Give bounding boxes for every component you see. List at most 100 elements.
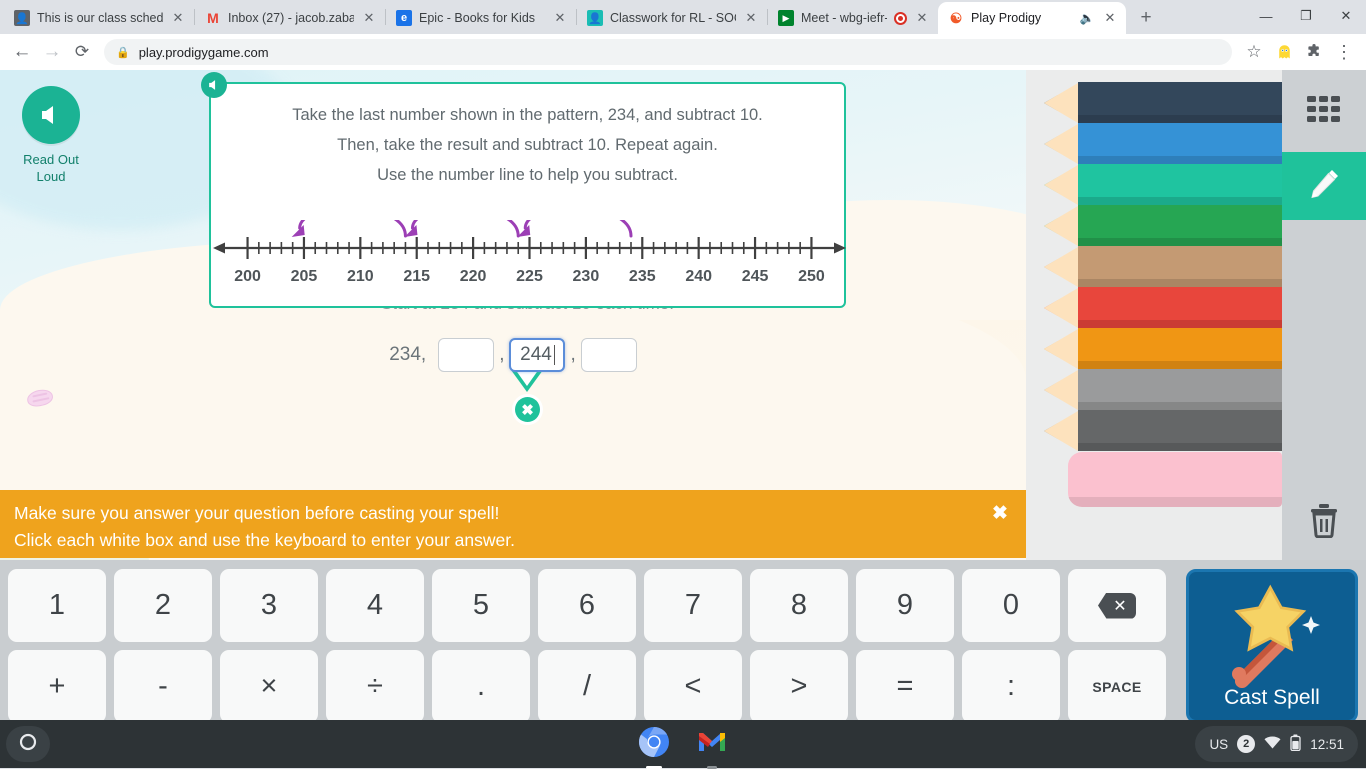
key-period[interactable]: . [432,650,530,723]
game-stage: Read Out Loud Take the last number shown … [0,70,1026,560]
shelf-app-gmail[interactable] [694,726,730,769]
browser-tab-6-active[interactable]: ☯ Play Prodigy 🔈 ✕ [938,2,1126,34]
forward-icon[interactable]: → [38,38,66,66]
gmail-icon [697,730,727,759]
minimize-button[interactable]: — [1246,2,1286,30]
svg-text:200: 200 [234,268,261,285]
notification-line-1: Make sure you answer your question befor… [14,503,500,523]
pencil-orange[interactable] [1042,328,1282,369]
pencil-wood [1044,246,1078,287]
notification-line-2: Click each white box and use the keyboar… [14,530,515,550]
key-2[interactable]: 2 [114,569,212,642]
key-slash[interactable]: / [538,650,636,723]
key-1[interactable]: 1 [8,569,106,642]
clock-label: 12:51 [1310,736,1344,752]
cast-spell-button[interactable]: Cast Spell [1186,569,1358,723]
key-equals[interactable]: = [856,650,954,723]
pencil-wood [1044,123,1078,164]
pencil-tool-button[interactable] [1282,152,1366,220]
ghost-extension-icon[interactable] [1270,38,1298,66]
key-5[interactable]: 5 [432,569,530,642]
tab-title: Inbox (27) - jacob.zaball [228,11,354,25]
pencil-wood [1044,205,1078,246]
pencil-body [1078,287,1282,328]
browser-menu-icon[interactable]: ⋮ [1330,38,1358,66]
maximize-button[interactable]: ❐ [1286,2,1326,30]
browser-tab-3[interactable]: e Epic - Books for Kids ✕ [386,2,576,34]
pencil-tan[interactable] [1042,246,1282,287]
answer-separator-1: , [499,344,505,365]
key-less-than[interactable]: < [644,650,742,723]
question-speaker-icon[interactable] [201,72,227,98]
key-3[interactable]: 3 [220,569,318,642]
pencil-dark-gray[interactable] [1042,410,1282,451]
svg-text:210: 210 [347,268,374,285]
close-icon[interactable]: ✕ [552,10,568,26]
url-text: play.prodigygame.com [138,44,269,60]
read-out-loud-label: Read Out Loud [23,152,79,184]
magic-wand-icon [1232,584,1320,688]
text-caret [553,345,555,365]
tab-audio-icon[interactable]: 🔈 [1079,11,1095,25]
key-space[interactable]: SPACE [1068,650,1166,723]
reload-icon[interactable]: ⟳ [68,38,96,66]
key-7[interactable]: 7 [644,569,742,642]
key-4[interactable]: 4 [326,569,424,642]
close-icon[interactable]: ✕ [914,10,930,26]
question-close-badge[interactable]: ✖ [515,397,540,422]
backspace-key[interactable]: ✕ [1068,569,1166,642]
window-close-button[interactable]: ✕ [1326,2,1366,30]
pencil-teal[interactable] [1042,164,1282,205]
key-colon[interactable]: : [962,650,1060,723]
close-icon[interactable]: ✕ [1102,10,1118,26]
browser-toolbar: ← → ⟳ 🔒 play.prodigygame.com ☆ ⋮ [0,34,1366,70]
browser-tab-strip: 👤 This is our class schedu ✕ M Inbox (27… [0,0,1366,34]
close-icon[interactable]: ✕ [743,10,759,26]
grid-tool-button[interactable] [1282,70,1366,152]
backspace-icon: ✕ [1098,592,1136,619]
browser-tab-5[interactable]: ▶ Meet - wbg-iefr-fzu ✕ [768,2,938,34]
key-0[interactable]: 0 [962,569,1060,642]
browser-tab-4[interactable]: 👤 Classwork for RL - SOCIA ✕ [577,2,767,34]
eraser-tool[interactable] [1068,452,1282,507]
launcher-button[interactable] [6,726,50,762]
pencil-dark-navy[interactable] [1042,82,1282,123]
notification-close-icon[interactable]: ✖ [988,501,1012,525]
speaker-icon [22,86,80,144]
browser-tab-1[interactable]: 👤 This is our class schedu ✕ [4,2,194,34]
key-6[interactable]: 6 [538,569,636,642]
pencil-red[interactable] [1042,287,1282,328]
pencil-blue[interactable] [1042,123,1282,164]
key-minus[interactable]: - [114,650,212,723]
key-divide[interactable]: ÷ [326,650,424,723]
key-9[interactable]: 9 [856,569,954,642]
key-plus[interactable]: + [8,650,106,723]
shelf-app-chrome[interactable] [636,726,672,769]
answer-input-3[interactable] [580,338,637,372]
address-bar[interactable]: 🔒 play.prodigygame.com [104,39,1232,65]
back-icon[interactable]: ← [8,38,36,66]
shelf-status-tray[interactable]: US 2 12:51 [1195,726,1358,762]
puzzle-icon[interactable] [1300,38,1328,66]
trash-tool-button[interactable] [1282,492,1366,552]
svg-text:230: 230 [573,268,600,285]
svg-text:225: 225 [516,268,543,285]
bookmark-star-icon[interactable]: ☆ [1240,38,1268,66]
question-line-2: Then, take the result and subtract 10. R… [337,136,718,154]
pencil-light-gray[interactable] [1042,369,1282,410]
key-8[interactable]: 8 [750,569,848,642]
pencil-body [1078,205,1282,246]
close-icon[interactable]: ✕ [361,10,377,26]
pencil-green[interactable] [1042,205,1282,246]
answer-input-1[interactable] [438,338,495,372]
new-tab-button[interactable]: + [1132,4,1160,32]
browser-tab-2[interactable]: M Inbox (27) - jacob.zaball ✕ [195,2,385,34]
pencil-body [1078,123,1282,164]
number-line: 200 205 210 215 220 225 230 235 240 245 250 [211,220,848,300]
answer-input-2[interactable]: 244 [509,338,566,372]
key-greater-than[interactable]: > [750,650,848,723]
window-controls: — ❐ ✕ [1246,2,1366,30]
key-multiply[interactable]: × [220,650,318,723]
close-icon[interactable]: ✕ [170,10,186,26]
read-out-loud-button[interactable]: Read Out Loud [8,86,94,186]
